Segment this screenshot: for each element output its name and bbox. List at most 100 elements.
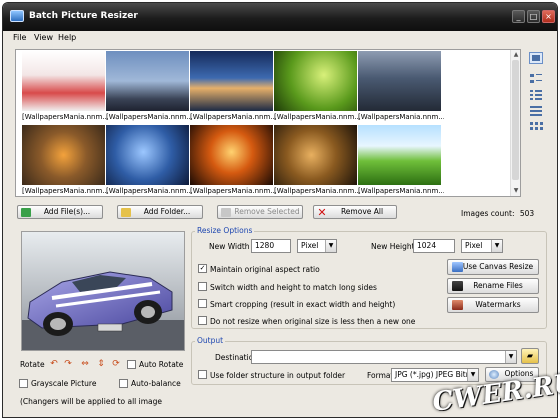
menu-help[interactable]: Help (58, 33, 76, 42)
canvas-resize-label: Use Canvas Resize (462, 262, 534, 271)
thumbnail[interactable] (358, 125, 441, 185)
folder-structure-checkbox[interactable] (198, 370, 207, 379)
rename-files-label: Rename Files (473, 281, 523, 290)
image-preview (21, 231, 185, 351)
aspect-ratio-label: Maintain original aspect ratio (210, 265, 320, 274)
thumbnail[interactable] (190, 125, 273, 185)
thumbnail[interactable] (22, 125, 105, 185)
thumbnail-caption: [WallpapersMania.nnm.... (22, 187, 108, 195)
new-width-input[interactable]: 1280 (251, 239, 291, 253)
thumbnail-caption: [WallpapersMania.nnm.... (190, 187, 276, 195)
add-files-button[interactable]: Add File(s)... (17, 205, 103, 219)
remove-icon: ✕ (317, 206, 327, 219)
scroll-down-icon[interactable]: ▼ (512, 187, 520, 195)
preview-car-image (22, 232, 184, 350)
format-value: JPG (*.jpg) JPEG Bitma (395, 370, 478, 379)
images-count-label: Images count: (461, 209, 515, 218)
remove-all-label: Remove All (340, 207, 384, 216)
thumbnail-caption: [WallpapersMania.nnm.... (358, 113, 444, 121)
thumbnail-caption: [WallpapersMania.nnm.... (274, 187, 360, 195)
no-upscale-label: Do not resize when original size is less… (210, 317, 416, 326)
thumbnail-caption: [WallpapersMania.nnm.... (22, 113, 108, 121)
no-upscale-checkbox[interactable] (198, 316, 207, 325)
close-button[interactable]: × (542, 10, 555, 23)
status-text: (Changers will be applied to all image (20, 397, 163, 406)
remove-selected-button[interactable]: Remove Selected (217, 205, 303, 219)
rename-files-button[interactable]: Rename Files (447, 278, 539, 294)
thumbnail[interactable] (358, 51, 441, 111)
height-unit-select[interactable]: Pixel ▼ (461, 239, 503, 253)
chevron-down-icon[interactable]: ▼ (491, 240, 502, 252)
image-gallery[interactable]: [WallpapersMania.nnm.... [WallpapersMani… (15, 49, 521, 197)
thumbnail-caption: [WallpapersMania.nnm.... (106, 187, 192, 195)
canvas-resize-button[interactable]: Use Canvas Resize (447, 259, 539, 275)
app-icon (10, 10, 24, 22)
watermarks-button[interactable]: Watermarks (447, 297, 539, 313)
menu-file[interactable]: File (13, 33, 26, 42)
grayscale-label: Grayscale Picture (31, 379, 97, 388)
watermarks-label: Watermarks (475, 300, 521, 309)
auto-rotate-checkbox[interactable] (127, 360, 136, 369)
window-title: Batch Picture Resizer (29, 11, 138, 21)
aspect-ratio-checkbox[interactable]: ✓ (198, 264, 207, 273)
rotate-180-icon[interactable]: ⟳ (111, 359, 121, 369)
images-count-value: 503 (519, 209, 535, 218)
rename-icon (452, 281, 463, 291)
maximize-button[interactable]: □ (527, 10, 540, 23)
chevron-down-icon[interactable]: ▼ (467, 369, 478, 381)
folder-structure-label: Use folder structure in output folder (210, 371, 346, 380)
rotate-label: Rotate (20, 360, 45, 369)
browse-folder-button[interactable]: ▰ (521, 348, 539, 364)
list-view-icon[interactable] (529, 89, 543, 101)
details-view-icon[interactable] (529, 105, 543, 117)
width-unit-value: Pixel (301, 241, 319, 250)
gallery-scrollbar[interactable]: ▲ ▼ (510, 50, 520, 196)
thumbnail[interactable] (22, 51, 105, 111)
switch-sides-label: Switch width and height to match long si… (210, 283, 377, 292)
rotate-right-icon[interactable]: ↷ (63, 359, 73, 369)
auto-rotate-label: Auto Rotate (139, 360, 184, 369)
grayscale-checkbox[interactable] (19, 379, 28, 388)
thumbnails-view-icon[interactable] (529, 52, 543, 64)
flip-horizontal-icon[interactable]: ⇔ (80, 359, 90, 369)
minimize-button[interactable]: _ (512, 10, 525, 23)
auto-balance-checkbox[interactable] (119, 379, 128, 388)
flip-vertical-icon[interactable]: ⇕ (96, 359, 106, 369)
thumbnail[interactable] (190, 51, 273, 111)
thumbnail-caption: [WallpapersMania.nnm.... (274, 113, 360, 121)
scroll-thumb[interactable] (512, 60, 519, 180)
auto-balance-label: Auto-balance (131, 379, 181, 388)
add-folder-button[interactable]: Add Folder... (117, 205, 203, 219)
remove-selected-label: Remove Selected (234, 207, 300, 216)
new-height-input[interactable]: 1024 (413, 239, 455, 253)
small-icons-view-icon[interactable] (529, 121, 543, 133)
tiles-view-icon[interactable] (529, 73, 543, 85)
format-select[interactable]: JPG (*.jpg) JPEG Bitma ▼ (391, 368, 479, 382)
width-unit-select[interactable]: Pixel ▼ (297, 239, 337, 253)
chevron-down-icon[interactable]: ▼ (505, 351, 516, 363)
thumbnail[interactable] (274, 125, 357, 185)
folder-icon: ▰ (526, 351, 534, 360)
format-label: Format (367, 371, 394, 380)
resize-options-legend: Resize Options (195, 226, 255, 235)
thumbnail-caption: [WallpapersMania.nnm.... (106, 113, 192, 121)
chevron-down-icon[interactable]: ▼ (325, 240, 336, 252)
app-window: Batch Picture Resizer _ □ × File View He… (2, 2, 558, 418)
thumbnail-caption: [WallpapersMania.nnm.... (190, 113, 276, 121)
canvas-icon (452, 262, 463, 272)
remove-all-button[interactable]: ✕ Remove All (313, 205, 397, 219)
folder-icon (121, 208, 131, 217)
menu-view[interactable]: View (34, 33, 53, 42)
switch-sides-checkbox[interactable] (198, 282, 207, 291)
thumbnail-caption: [WallpapersMania.nnm.... (358, 187, 444, 195)
thumbnail[interactable] (274, 51, 357, 111)
destination-input[interactable]: ▼ (251, 350, 517, 364)
thumbnail[interactable] (106, 125, 189, 185)
thumbnail[interactable] (106, 51, 189, 111)
add-files-label: Add File(s)... (43, 207, 91, 216)
smart-cropping-label: Smart cropping (result in exact width an… (210, 300, 396, 309)
rotate-left-icon[interactable]: ↶ (49, 359, 59, 369)
smart-cropping-checkbox[interactable] (198, 299, 207, 308)
scroll-up-icon[interactable]: ▲ (512, 51, 520, 59)
watermark-icon (452, 300, 463, 310)
